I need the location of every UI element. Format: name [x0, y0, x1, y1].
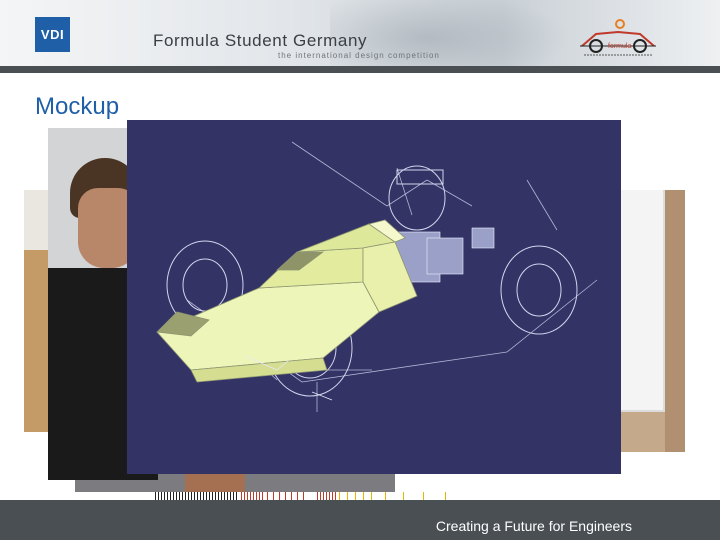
header-divider	[0, 66, 720, 73]
svg-text:formula: formula	[608, 43, 631, 50]
formula-student-logo: formula	[580, 19, 656, 56]
header-title: Formula Student Germany	[153, 31, 368, 50]
vdi-logo: VDI	[35, 17, 70, 52]
cad-car-rendering	[127, 120, 621, 474]
header-subtitle: the international design competition	[278, 51, 440, 60]
footer-tagline: Creating a Future for Engineers	[435, 518, 632, 534]
slide-title: Mockup	[35, 93, 120, 120]
header-banner: VDI Formula Student Germany the internat…	[0, 0, 720, 66]
mockup-photo-right	[610, 190, 685, 452]
